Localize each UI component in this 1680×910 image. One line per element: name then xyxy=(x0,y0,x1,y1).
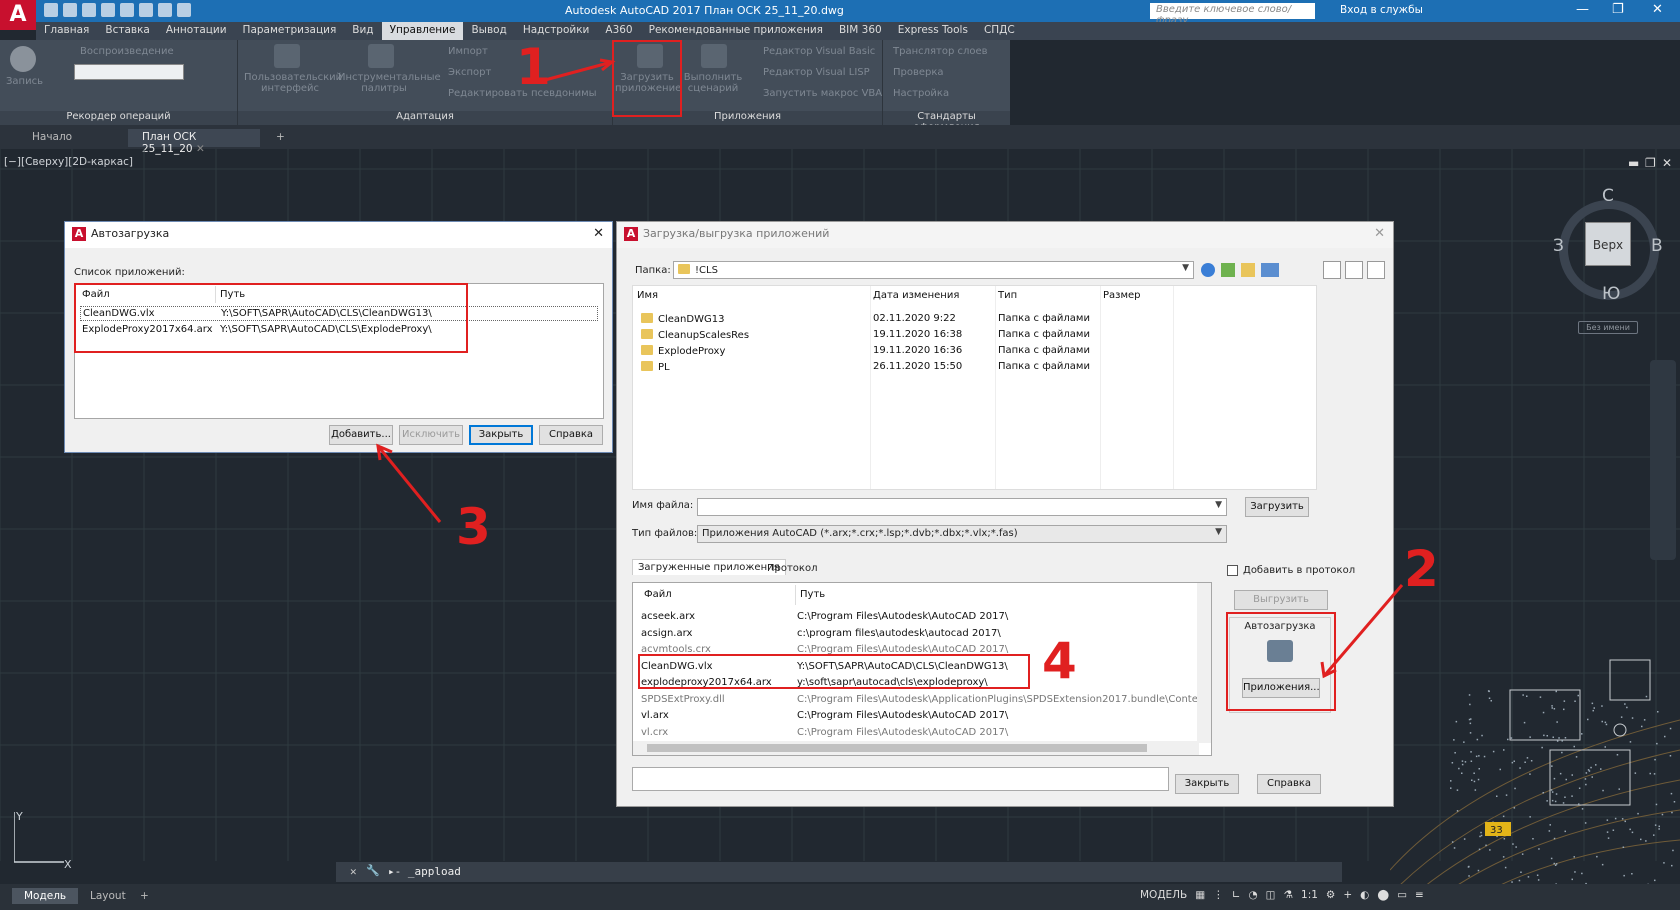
annotation-3: 3 xyxy=(456,498,491,556)
scale-select[interactable]: 1:1 xyxy=(1301,889,1318,901)
annotation-4: 4 xyxy=(1042,632,1077,690)
model-space-button[interactable]: МОДЕЛЬ xyxy=(1140,889,1187,901)
tab-model[interactable]: Модель xyxy=(12,888,79,904)
customize-menu-icon[interactable]: ≡ xyxy=(1415,889,1424,901)
hardware-accel-icon[interactable]: ⬤ xyxy=(1377,889,1389,901)
add-layout-button[interactable]: + xyxy=(128,888,161,904)
settings-gear-icon[interactable]: ⚙ xyxy=(1326,889,1335,901)
annotation-2: 2 xyxy=(1404,540,1439,598)
grid-icon[interactable]: ▦ xyxy=(1195,889,1205,901)
arrow-2 xyxy=(1322,584,1404,677)
customize-cmd-icon[interactable]: 🔧 xyxy=(366,864,380,877)
close-cmd-icon[interactable]: ✕ xyxy=(350,865,357,878)
command-input[interactable]: ▸- _appload xyxy=(388,865,461,878)
annotation-1: 1 xyxy=(516,38,551,96)
arrow-1 xyxy=(544,60,613,82)
annotation-arrows xyxy=(376,58,1404,679)
command-line[interactable]: ✕ 🔧 ▸- _appload xyxy=(336,862,1342,882)
ortho-icon[interactable]: ∟ xyxy=(1232,889,1241,901)
fullscreen-icon[interactable]: ▭ xyxy=(1397,889,1407,901)
polar-icon[interactable]: ◔ xyxy=(1249,889,1258,901)
status-tools: МОДЕЛЬ ▦ ⋮ ∟ ◔ ◫ ⚗ 1:1 ⚙ + ◐ ⬤ ▭ ≡ xyxy=(1140,889,1424,901)
snap-icon[interactable]: ⋮ xyxy=(1213,889,1224,901)
plus-icon[interactable]: + xyxy=(1343,889,1352,901)
status-bar: Модель Layout + xyxy=(0,884,1680,910)
annotation-scale-icon[interactable]: ⚗ xyxy=(1284,889,1293,901)
osnap-icon[interactable]: ◫ xyxy=(1266,889,1276,901)
isolate-icon[interactable]: ◐ xyxy=(1360,889,1369,901)
arrow-3 xyxy=(376,445,442,523)
